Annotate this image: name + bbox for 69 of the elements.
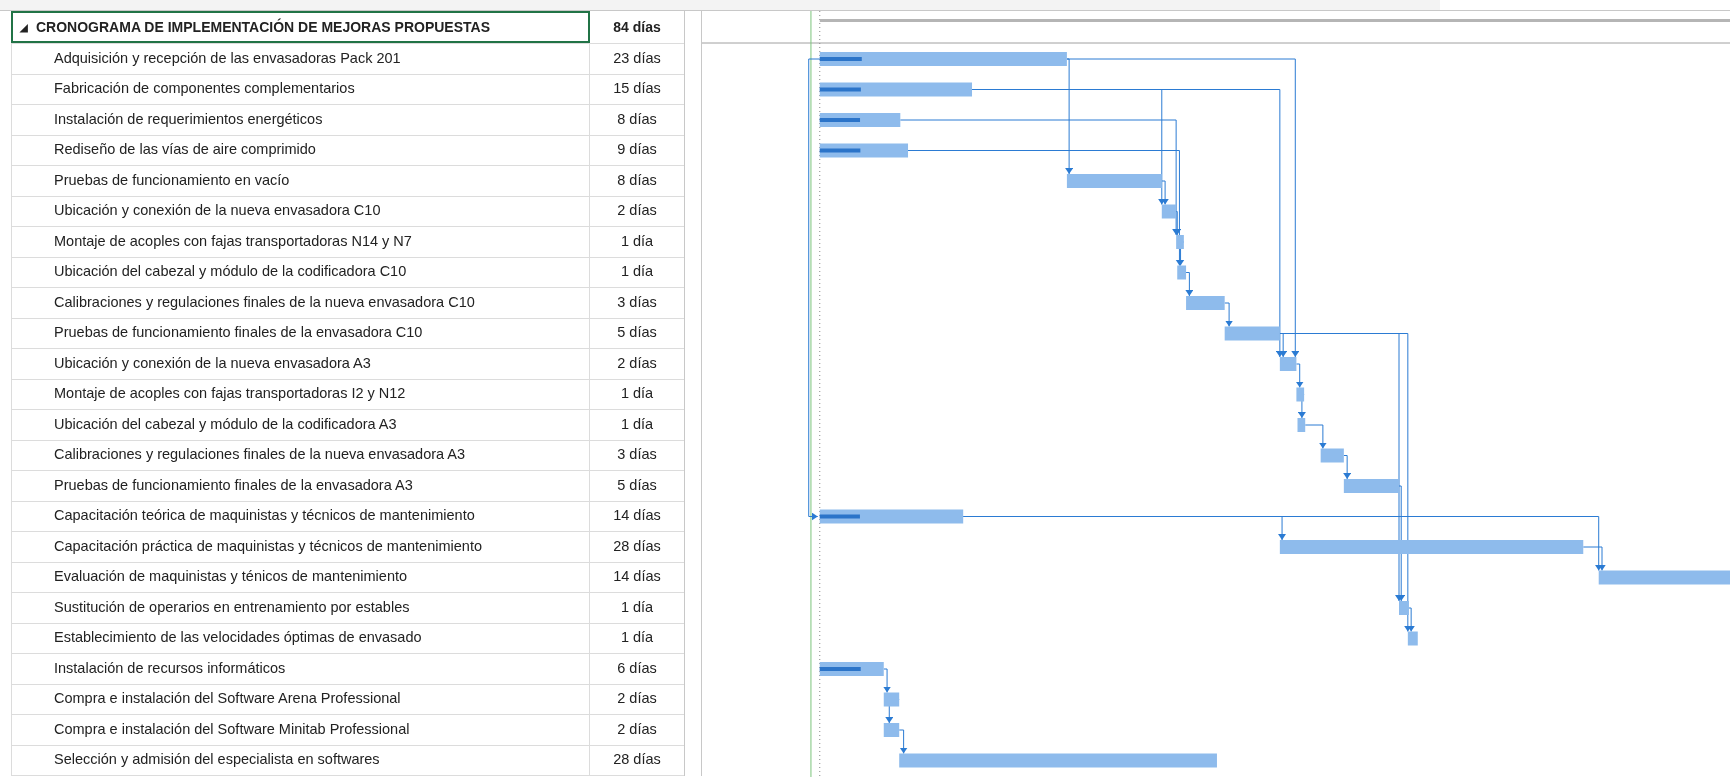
- task-name: Evaluación de maquinistas y ténicos de mantenimiento: [54, 567, 408, 587]
- task-bar: [883, 723, 900, 737]
- task-bar: [1407, 631, 1418, 646]
- task-name: Compra e instalación del Software Arena Professional: [54, 689, 401, 709]
- duration-cell-text: 8 días: [616, 170, 658, 190]
- task-name: Ubicación y conexión de la nueva envasadora C10: [54, 201, 381, 221]
- task-name: Rediseño de las vías de aire comprimido: [54, 140, 316, 160]
- task-name: Calibraciones y regulaciones finales de la nueva envasadora C10: [54, 292, 475, 312]
- task-bar: [1399, 601, 1409, 615]
- task-name: Pruebas de funcionamiento finales de la envasadora C10: [54, 323, 423, 343]
- duration-cell-text: 2 días: [616, 353, 658, 373]
- task-name: Selección y admisión del especialista en softwares: [54, 750, 380, 770]
- duration-cell-text: 14 días: [612, 567, 662, 587]
- task-bar: [1161, 204, 1177, 219]
- task-name: Capacitación teórica de maquinistas y técnicos de mantenimiento: [54, 506, 475, 526]
- task-name: Instalación de requerimientos energéticos: [54, 109, 323, 129]
- duration-cell-text: 28 días: [612, 750, 662, 770]
- duration-cell-text: 1 día: [619, 384, 655, 404]
- duration-cell-text: 2 días: [616, 719, 658, 739]
- task-name: Pruebas de funcionamiento en vacío: [54, 170, 290, 190]
- duration-cell-text: 1 día: [619, 628, 655, 648]
- duration-cell-text: 14 días: [612, 506, 662, 526]
- task-bar: [1186, 296, 1225, 310]
- task-name: Ubicación del cabezal y módulo de la codificadora A3: [54, 414, 397, 434]
- task-bar: [1297, 418, 1306, 432]
- duration-cell-text: 28 días: [612, 536, 662, 556]
- duration-cell-text: 9 días: [616, 140, 658, 160]
- task-name: Establecimiento de las velocidades óptimas de envasado: [54, 628, 422, 648]
- connector-arrow: [883, 668, 892, 693]
- task-bar: [1176, 235, 1184, 249]
- task-bar: [883, 692, 900, 707]
- duration-cell-text: 3 días: [616, 292, 658, 312]
- summary-task-name: CRONOGRAMA DE IMPLEMENTACIÓN DE MEJORAS PROPUESTAS: [36, 17, 490, 37]
- task-name: Ubicación del cabezal y módulo de la codificadora C10: [54, 262, 407, 282]
- summary-task-cell[interactable]: ◢ CRONOGRAMA DE IMPLEMENTACIÓN DE MEJORAS PROPUESTAS: [11, 11, 590, 43]
- task-name: Montaje de acoples con fajas transportadoras N14 y N7: [54, 231, 412, 251]
- task-name: Pruebas de funcionamiento finales de la envasadora A3: [54, 475, 413, 495]
- task-name: Compra e instalación del Software Minitab Professional: [54, 719, 410, 739]
- duration-cell-text: 1 día: [619, 262, 655, 282]
- duration-cell-text: 1 día: [619, 231, 655, 251]
- duration-cell-text: 6 días: [616, 658, 658, 678]
- task-name: Instalación de recursos informáticos: [54, 658, 286, 678]
- task-name: Montaje de acoples con fajas transportadoras I2 y N12: [54, 384, 406, 404]
- task-name: Ubicación y conexión de la nueva envasadora A3: [54, 353, 371, 373]
- task-name: Calibraciones y regulaciones finales de la nueva envasadora A3: [54, 445, 466, 465]
- duration-cell-text: 2 días: [616, 689, 658, 709]
- duration-cell-text: 1 día: [619, 597, 655, 617]
- duration-cell-text: 5 días: [616, 475, 658, 495]
- duration-cell-text: 1 día: [619, 414, 655, 434]
- duration-cell-text: 3 días: [616, 445, 658, 465]
- task-bar: [1279, 357, 1297, 371]
- task-bar: [1177, 265, 1187, 280]
- duration-cell-text: 15 días: [612, 79, 662, 99]
- task-bar: [1224, 326, 1280, 341]
- duration-cell-text: 5 días: [616, 323, 658, 343]
- task-name: Capacitación práctica de maquinistas y técnicos de mantenimiento: [54, 536, 482, 556]
- connector-arrow: [898, 729, 908, 754]
- task-bar: [1343, 479, 1399, 493]
- duration-cell-text: 23 días: [612, 48, 662, 68]
- duration-cell-text: 8 días: [616, 109, 658, 129]
- duration-cell-text: 2 días: [616, 201, 658, 221]
- task-bar: [1320, 448, 1344, 463]
- task-name: Adquisición y recepción de las envasadoras Pack 201: [54, 48, 401, 68]
- pane-splitter[interactable]: [684, 11, 702, 776]
- task-bar: [1296, 387, 1305, 402]
- task-name: Fabricación de componentes complementarios: [54, 79, 355, 99]
- duration-cell-text: 84 días: [612, 17, 662, 37]
- collapse-toggle[interactable]: ◢: [20, 19, 28, 35]
- task-name: Sustitución de operarios en entrenamiento por estables: [54, 597, 410, 617]
